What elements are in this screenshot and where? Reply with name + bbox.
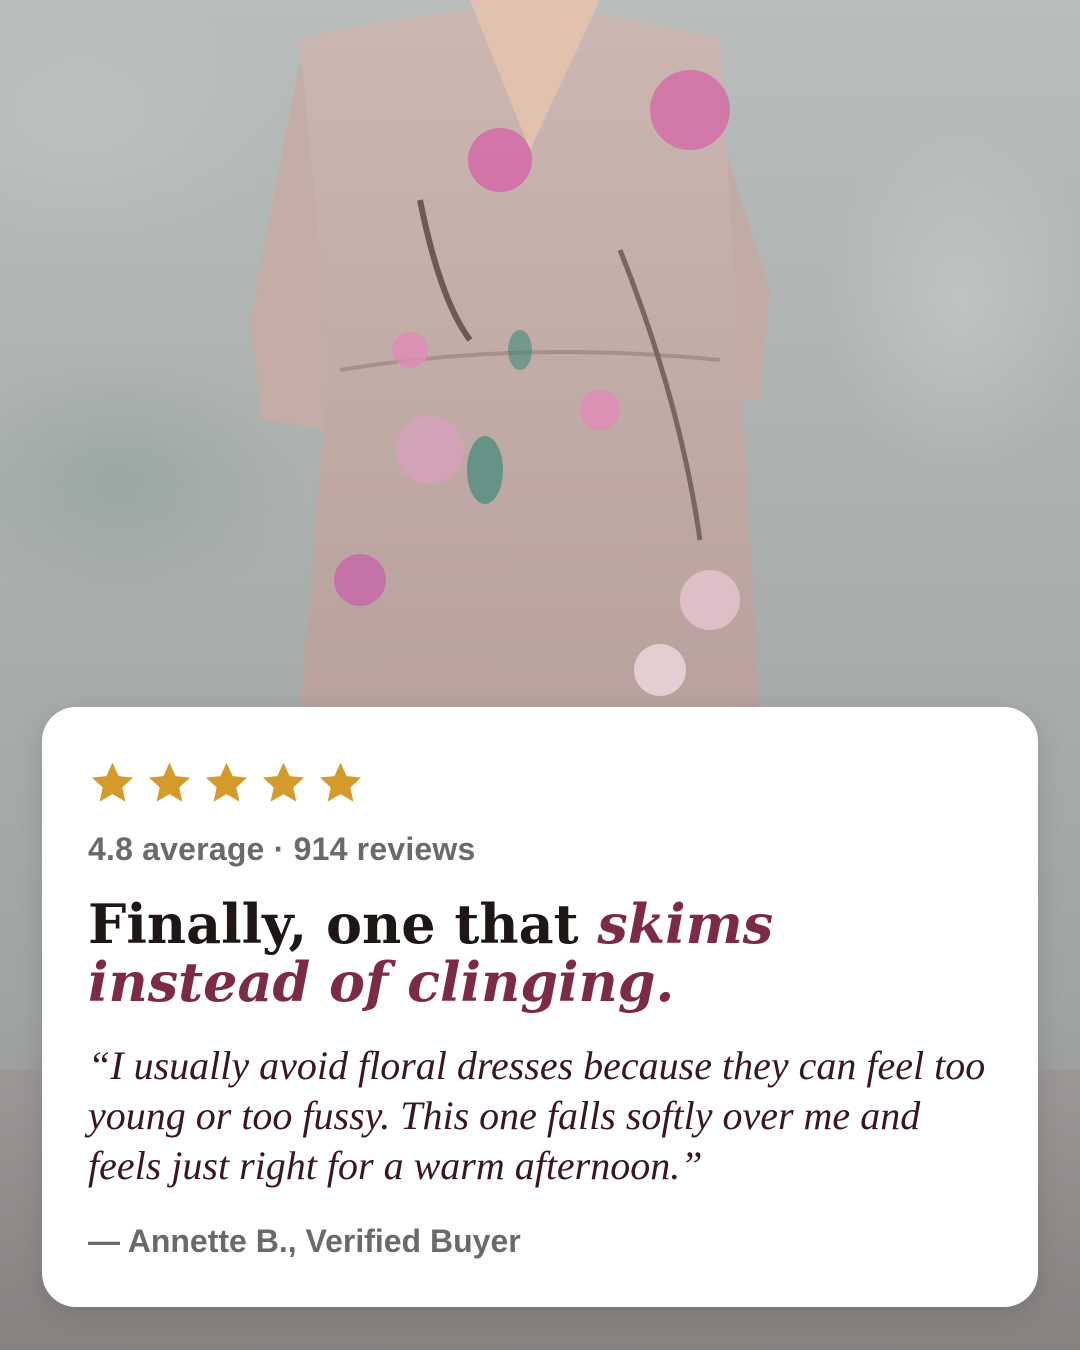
star-icon <box>91 762 134 802</box>
star-icon <box>148 762 191 802</box>
review-headline: Finally, one that skims instead of cling… <box>88 895 1008 1011</box>
reviewer-attribution: — Annette B., Verified Buyer <box>88 1223 521 1259</box>
star-icon <box>319 762 362 802</box>
star-icon <box>205 762 248 802</box>
rating-summary: 4.8 average · 914 reviews <box>88 831 476 867</box>
headline-plain: Finally, one that <box>88 892 598 956</box>
review-quote: “I usually avoid floral dresses because … <box>88 1043 986 1188</box>
star-icon <box>262 762 305 802</box>
star-rating <box>88 759 365 808</box>
review-card: 4.8 average · 914 reviews Finally, one t… <box>42 707 1038 1307</box>
